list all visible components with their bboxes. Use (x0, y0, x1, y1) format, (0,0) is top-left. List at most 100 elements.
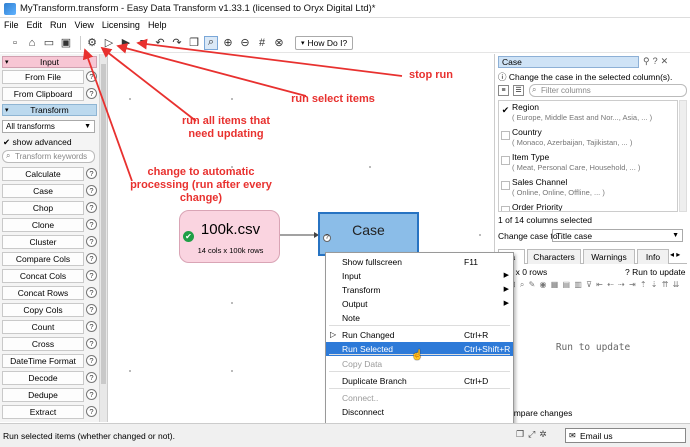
tab-characters[interactable]: Characters (527, 249, 581, 264)
column-list-item[interactable]: Sales Channel( Online, Online, Offline, … (499, 176, 677, 201)
column-list-item[interactable]: Order Priority (499, 201, 677, 211)
transform-category-select[interactable]: All transforms ▼ (2, 120, 95, 133)
column-checkbox[interactable]: ✔ (501, 106, 510, 115)
transform-name-field[interactable]: Case (498, 56, 639, 68)
context-menu-item[interactable]: Output ▶ (326, 297, 513, 311)
select-none-icon[interactable]: ☰ (513, 85, 524, 96)
help-icon[interactable]: ? (86, 321, 97, 332)
help-icon[interactable]: ? (86, 253, 97, 264)
help-icon[interactable]: ? (86, 202, 97, 213)
settings-icon[interactable]: ✲ (539, 429, 551, 439)
redo-icon[interactable]: ↷ (170, 36, 184, 50)
data-toolbar-icons[interactable]: ⊞ ⌕ ✎ ◉ ▦ ▤ ▥ ⊽ ⇤ ⇠ ⇢ ⇥ ⇡ ⇣ ⇈ ⇊ (509, 280, 680, 289)
column-checkbox[interactable] (501, 206, 510, 211)
from-file-button[interactable]: From File (2, 70, 84, 84)
column-list-scrollbar[interactable] (679, 100, 687, 212)
transform-button[interactable]: Concat Rows (2, 286, 84, 300)
save-icon[interactable]: ▣ (59, 36, 73, 50)
run-changed-icon[interactable]: ▷ (102, 36, 116, 50)
help-icon[interactable]: ? (86, 71, 97, 82)
filter-columns-input[interactable]: ⌕ Filter columns (529, 84, 687, 97)
help-icon[interactable]: ? (86, 287, 97, 298)
transform-button[interactable]: Decode (2, 371, 84, 385)
zoom-in-icon[interactable]: ⊕ (221, 36, 235, 50)
context-menu-item[interactable]: Input ▶ (326, 269, 513, 283)
stop-run-icon[interactable]: ■ (136, 36, 150, 50)
help-icon[interactable]: ? (86, 270, 97, 281)
help-icon[interactable]: ? (86, 406, 97, 417)
undo-icon[interactable]: ↶ (153, 36, 167, 50)
zoom-out-icon[interactable]: ⊖ (238, 36, 252, 50)
context-menu-item[interactable]: Disconnect (326, 405, 513, 419)
how-do-i-button[interactable]: ▾ How Do I? (295, 35, 354, 50)
column-list-item[interactable]: Item Type( Meat, Personal Care, Househol… (499, 151, 677, 176)
grid-icon[interactable]: # (255, 36, 269, 50)
from-clipboard-button[interactable]: From Clipboard (2, 87, 84, 101)
open-folder-icon[interactable]: ⌂ (25, 36, 39, 50)
compare-changes-checkbox[interactable]: ompare changes (509, 408, 572, 418)
cancel-icon[interactable]: ⊗ (272, 36, 286, 50)
context-menu-item[interactable]: ▷ Run Changed Ctrl+R (326, 328, 513, 342)
change-case-select[interactable]: Title case ▼ (552, 229, 683, 242)
context-menu-item[interactable]: Note (326, 311, 513, 325)
column-checkbox[interactable] (501, 181, 510, 190)
transform-node-case[interactable]: ? Case (318, 212, 419, 256)
transform-button[interactable]: Cluster (2, 235, 84, 249)
tab-warnings[interactable]: Warnings (583, 249, 635, 264)
help-icon[interactable]: ? (86, 372, 97, 383)
column-checkbox[interactable] (501, 131, 510, 140)
column-checkbox[interactable] (501, 156, 510, 165)
help-icon[interactable]: ? (86, 236, 97, 247)
menu-view[interactable]: View (71, 20, 98, 30)
menu-help[interactable]: Help (144, 20, 171, 30)
help-icon[interactable]: ? (86, 355, 97, 366)
column-list-item[interactable]: Country( Monaco, Azerbaijan, Tajikistan,… (499, 126, 677, 151)
tab-scroll-arrows[interactable]: ◂ ▸ (670, 250, 680, 259)
context-menu-item[interactable]: Duplicate Branch Ctrl+D (326, 374, 513, 388)
menu-edit[interactable]: Edit (23, 20, 47, 30)
transform-button[interactable]: Case (2, 184, 84, 198)
transform-button[interactable]: Cross (2, 337, 84, 351)
email-feedback-button[interactable]: ✉ Email us questions/feedback (565, 428, 686, 447)
run-selected-icon[interactable]: ▶ (119, 36, 133, 50)
tab-info[interactable]: Info (637, 249, 669, 264)
transform-button[interactable]: Chop (2, 201, 84, 215)
transform-button[interactable]: Count (2, 320, 84, 334)
transform-button[interactable]: Concat Cols (2, 269, 84, 283)
show-advanced-checkbox[interactable]: ✔ show advanced (3, 137, 72, 148)
open-recent-icon[interactable]: ▭ (42, 36, 56, 50)
help-icon[interactable]: ? (86, 168, 97, 179)
left-panel-scrollbar[interactable] (99, 54, 107, 422)
transform-search-input[interactable]: ⌕ Transform keywords (2, 150, 95, 163)
close-icon[interactable]: ✕ (661, 56, 672, 66)
expand-icon[interactable]: ⤢ (528, 429, 539, 439)
transform-button[interactable]: Compare Cols (2, 252, 84, 266)
scrollbar-thumb[interactable] (101, 64, 106, 384)
input-node-100k-csv[interactable]: ✔ 100k.csv 14 cols x 100k rows (179, 210, 280, 263)
help-icon[interactable]: ? (86, 338, 97, 349)
menu-file[interactable]: File (0, 20, 23, 30)
transform-button[interactable]: Clone (2, 218, 84, 232)
select-all-icon[interactable]: ≡ (498, 85, 509, 96)
transform-button[interactable]: Extract (2, 405, 84, 419)
help-icon[interactable]: ? (86, 88, 97, 99)
help-icon[interactable]: ? (86, 185, 97, 196)
link-icon[interactable]: ⚲ (643, 56, 653, 66)
help-icon[interactable]: ? (86, 304, 97, 315)
column-list-item[interactable]: ✔ Region( Europe, Middle East and Nor...,… (499, 101, 677, 126)
transform-button[interactable]: DateTime Format (2, 354, 84, 368)
context-menu-item[interactable]: Transform ▶ (326, 283, 513, 297)
context-menu-item[interactable]: Show fullscreen F11 (326, 255, 513, 269)
copy-icon[interactable]: ❐ (516, 429, 528, 439)
transform-section-header[interactable]: ▾ Transform (2, 104, 97, 116)
menu-run[interactable]: Run (46, 20, 71, 30)
transform-button[interactable]: Calculate (2, 167, 84, 181)
help-icon[interactable]: ? (86, 389, 97, 400)
help-icon[interactable]: ? (653, 56, 661, 66)
copy-icon[interactable]: ❐ (187, 36, 201, 50)
help-icon[interactable]: ? (625, 267, 630, 277)
new-file-icon[interactable]: ▫ (8, 36, 22, 50)
transform-button[interactable]: Dedupe (2, 388, 84, 402)
transform-button[interactable]: Copy Cols (2, 303, 84, 317)
auto-run-gear-icon[interactable]: ⚙ (85, 36, 99, 50)
